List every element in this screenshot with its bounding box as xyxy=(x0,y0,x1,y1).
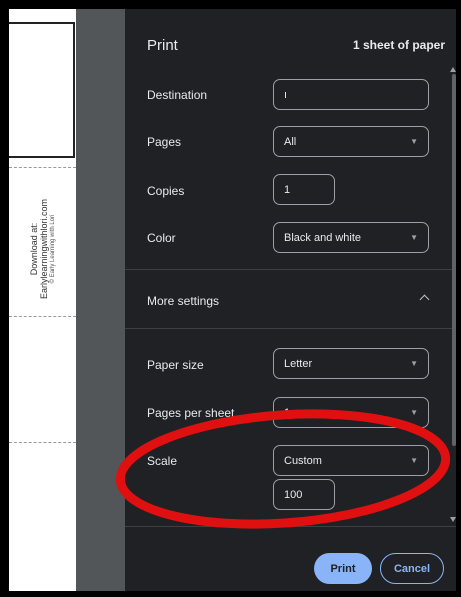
sheet-count: 1 sheet of paper xyxy=(352,38,445,52)
pages-select[interactable]: All ▼ xyxy=(273,126,429,157)
pages-label: Pages xyxy=(147,135,182,149)
settings-scrollbar[interactable] xyxy=(452,74,456,446)
pages-per-sheet-label: Pages per sheet xyxy=(147,406,235,420)
color-value: Black and white xyxy=(284,231,362,244)
chevron-down-icon: ▼ xyxy=(410,137,418,146)
destination-value: ı xyxy=(284,88,288,101)
section-divider xyxy=(125,269,456,270)
scale-custom-value: 100 xyxy=(284,488,303,501)
print-dialog-window: Download at: Earlylearningwithlori.com ©… xyxy=(0,0,461,597)
section-divider xyxy=(125,328,456,329)
dialog-title: Print xyxy=(147,37,178,54)
preview-cut-line xyxy=(9,442,76,443)
cancel-button[interactable]: Cancel xyxy=(380,553,444,584)
preview-cut-line xyxy=(9,316,76,317)
scale-custom-input[interactable]: 100 xyxy=(273,479,335,510)
paper-size-select[interactable]: Letter ▼ xyxy=(273,348,429,379)
paper-size-label: Paper size xyxy=(147,358,204,372)
preview-credit-line: Earlylearningwithlori.com xyxy=(39,198,49,300)
pages-per-sheet-value: 1 xyxy=(284,406,291,419)
preview-credit-line: Download at: xyxy=(29,222,39,276)
copies-value: 1 xyxy=(284,183,291,196)
destination-select[interactable]: ı xyxy=(273,79,429,110)
print-button[interactable]: Print xyxy=(314,553,372,584)
print-settings-panel: Print 1 sheet of paper Destination ı Pag… xyxy=(125,9,456,591)
chevron-up-icon[interactable] xyxy=(419,294,430,305)
scroll-up-icon[interactable] xyxy=(450,67,456,72)
scale-value: Custom xyxy=(284,454,322,467)
color-label: Color xyxy=(147,231,176,245)
paper-size-value: Letter xyxy=(284,357,313,370)
scroll-down-icon[interactable] xyxy=(450,517,456,522)
preview-gutter xyxy=(76,9,125,591)
preview-credit-text: Download at: Earlylearningwithlori.com ©… xyxy=(29,199,57,299)
more-settings-toggle[interactable]: More settings xyxy=(147,294,219,308)
chevron-down-icon: ▼ xyxy=(410,408,418,417)
print-preview-page: Download at: Earlylearningwithlori.com ©… xyxy=(9,9,76,591)
copies-input[interactable]: 1 xyxy=(273,174,335,205)
pages-per-sheet-select[interactable]: 1 ▼ xyxy=(273,397,429,428)
pages-value: All xyxy=(284,135,297,148)
destination-label: Destination xyxy=(147,88,208,102)
preview-credit-line: © Early Learning with Lori xyxy=(50,214,56,284)
copies-label: Copies xyxy=(147,184,185,198)
preview-cut-line xyxy=(9,167,76,168)
chevron-down-icon: ▼ xyxy=(410,456,418,465)
scale-select[interactable]: Custom ▼ xyxy=(273,445,429,476)
chevron-down-icon: ▼ xyxy=(410,359,418,368)
dialog-footer: Print Cancel xyxy=(125,526,456,591)
scale-label: Scale xyxy=(147,454,178,468)
preview-content-box xyxy=(9,22,75,158)
chevron-down-icon: ▼ xyxy=(410,233,418,242)
color-select[interactable]: Black and white ▼ xyxy=(273,222,429,253)
